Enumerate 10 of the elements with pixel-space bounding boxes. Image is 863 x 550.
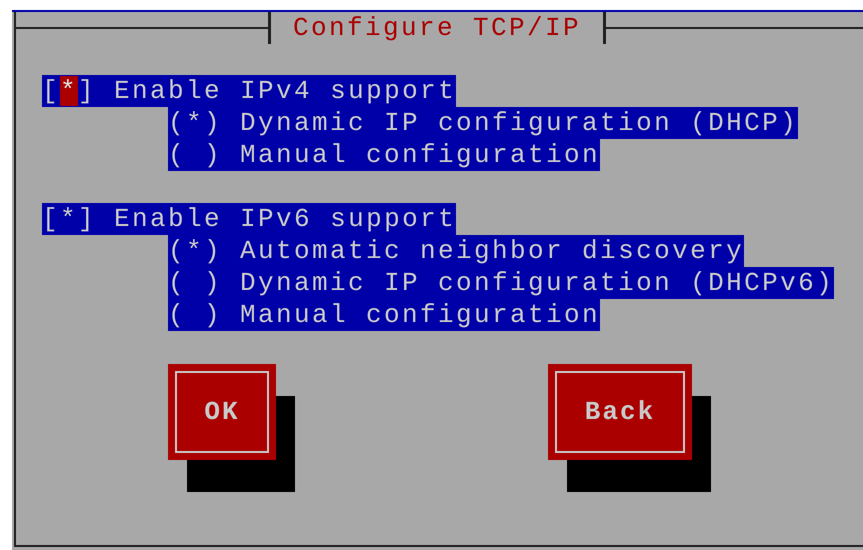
checkbox[interactable]: [*] Enable IPv6 support (42, 203, 456, 235)
checkbox[interactable]: [*] Enable IPv4 support (42, 75, 456, 107)
radio-option[interactable]: (*) Dynamic IP configuration (DHCP) (168, 107, 798, 139)
radio-option[interactable]: ( ) Dynamic IP configuration (DHCPv6) (168, 267, 834, 299)
radio-option[interactable]: (*) Automatic neighbor discovery (168, 235, 744, 267)
back-button[interactable]: Back (548, 364, 692, 460)
radio-option[interactable]: ( ) Manual configuration (168, 139, 600, 171)
dialog-title: Configure TCP/IP (292, 12, 582, 44)
ok-button[interactable]: OK (168, 364, 276, 460)
radio-option[interactable]: ( ) Manual configuration (168, 299, 600, 331)
